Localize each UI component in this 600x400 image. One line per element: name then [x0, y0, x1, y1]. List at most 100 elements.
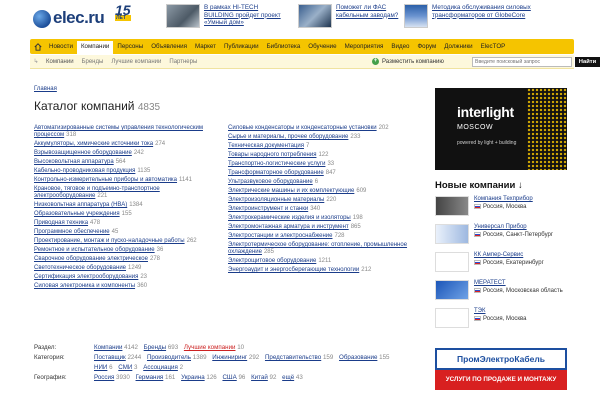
company-logo[interactable] — [435, 280, 469, 300]
filter-link[interactable]: Китай — [251, 374, 268, 381]
top-ad-2[interactable]: Поможет ли ФАС кабельным заводам? — [298, 4, 416, 30]
promelektrokabel-banner[interactable]: ПромЭлектроКабель УСЛУГИ ПО ПРОДАЖЕ И МО… — [435, 348, 567, 400]
category-item: Электростанции и электроснабжение 728 — [228, 233, 345, 239]
company-logo[interactable] — [435, 252, 469, 272]
company-item[interactable]: ТЭК Россия, Москва — [435, 308, 567, 333]
filter-link[interactable]: Образование — [339, 354, 377, 361]
nav-companies[interactable]: Компании — [76, 39, 114, 54]
filter-link[interactable]: ещё — [282, 374, 294, 381]
main-nav: Новости Компании Персоны Объявления Марк… — [30, 39, 574, 54]
filter-link[interactable]: СМИ — [118, 364, 132, 371]
nav-ads[interactable]: Объявления — [147, 39, 191, 54]
filter-link[interactable]: Компании — [94, 344, 122, 351]
categories-left: Автоматизированные системы управления те… — [34, 125, 224, 292]
category-item: Программное обеспечение 45 — [34, 228, 119, 235]
top-ad-3[interactable]: Методика обслуживания силовых трансформа… — [404, 4, 572, 30]
filters: Раздел: Компании 4142 Бренды 693 Лучшие … — [34, 343, 429, 383]
category-item: Крановое, тяговое и подъемно-транспортно… — [34, 185, 160, 199]
filter-link[interactable]: Ассоциация — [143, 364, 178, 371]
ad-link[interactable]: В рамках HI-TECH BUILDING пройдет проект… — [204, 4, 284, 27]
dots-pattern — [527, 88, 567, 170]
category-item: Автоматизированные системы управления те… — [34, 125, 203, 138]
sub-nav: ↳ Компании Бренды Лучшие компании Партне… — [30, 55, 600, 69]
nav-publications[interactable]: Публикации — [220, 39, 263, 54]
filter-link[interactable]: Лучшие компании — [184, 344, 236, 351]
company-item[interactable]: Компания Техприбор Россия, Москва — [435, 196, 567, 221]
ad-thumbnail[interactable] — [298, 4, 332, 28]
nav-education[interactable]: Обучение — [304, 39, 340, 54]
company-logo[interactable] — [435, 224, 469, 244]
category-item: Сертификация электрооборудования 23 — [34, 273, 148, 280]
company-item[interactable]: КК Ампер-Сервис Россия, Екатеринбург — [435, 252, 567, 277]
category-item: Трансформаторное оборудование 847 — [228, 170, 336, 176]
nav-library[interactable]: Библиотека — [263, 39, 305, 54]
nav-forum[interactable]: Форум — [413, 39, 440, 54]
category-item: Приводная техника 478 — [34, 219, 101, 226]
russia-flag-icon — [474, 203, 481, 209]
home-icon[interactable] — [30, 39, 45, 54]
filter-link[interactable]: Поставщик — [94, 354, 126, 361]
category-item: Светотехническое оборудование 1249 — [34, 264, 142, 271]
page-title: Каталог компаний 4835 — [34, 99, 161, 113]
company-item[interactable]: Универсал Прибор Россия, Санкт-Петербург — [435, 224, 567, 249]
new-companies-title: Новые компании ↓ — [435, 180, 523, 191]
company-item[interactable]: МЕРАТЕСТ Россия, Московская область — [435, 280, 567, 305]
category-item: Электрокерамические изделия и изоляторы 1… — [228, 215, 363, 221]
russia-flag-icon — [474, 287, 481, 293]
subnav-companies[interactable]: Компании — [42, 59, 78, 65]
nav-market[interactable]: Маркет — [191, 39, 220, 54]
category-item: Товары народного потребления 122 — [228, 152, 329, 158]
nav-events[interactable]: Мероприятия — [341, 39, 388, 54]
ad-thumbnail[interactable] — [166, 4, 200, 28]
globe-icon — [33, 10, 51, 28]
categories-right: Силовые конденсаторы и конденсаторные ус… — [228, 125, 428, 276]
ad-link[interactable]: Методика обслуживания силовых трансформа… — [432, 4, 572, 19]
logo-anniversary: 15 ЛЕТ — [115, 2, 131, 21]
filter-link[interactable]: Украина — [181, 374, 205, 381]
category-item: Образовательные учреждения 155 — [34, 210, 132, 217]
nav-debtors[interactable]: Должники — [440, 39, 476, 54]
logo-text: elec.ru — [53, 8, 105, 27]
ad-thumbnail[interactable] — [404, 4, 428, 28]
russia-flag-icon — [474, 231, 481, 237]
category-item: Проектирование, монтаж и пуско-наладочны… — [34, 237, 197, 244]
breadcrumb[interactable]: Главная — [34, 86, 57, 92]
filter-link[interactable]: НИИ — [94, 364, 107, 371]
filter-geography: География: Россия 3930 Германия 161 Укра… — [34, 374, 303, 381]
filter-link[interactable]: Инжиниринг — [212, 354, 247, 361]
corner-arrow-icon: ↳ — [33, 59, 39, 65]
place-company-link[interactable]: + Разместить компанию — [372, 58, 444, 65]
plus-icon: + — [372, 58, 379, 65]
filter-category: Категория: Поставщик 2244 Производитель … — [34, 354, 390, 371]
filter-link[interactable]: Германия — [136, 374, 164, 381]
filter-section: Раздел: Компании 4142 Бренды 693 Лучшие … — [34, 344, 245, 351]
category-item: Кабельно-проводниковая продукция 1135 — [34, 167, 151, 174]
top-ad-1[interactable]: В рамках HI-TECH BUILDING пройдет проект… — [166, 4, 284, 30]
company-logo[interactable] — [435, 196, 469, 216]
subnav-best-companies[interactable]: Лучшие компании — [107, 59, 165, 65]
nav-persons[interactable]: Персоны — [113, 39, 147, 54]
filter-link[interactable]: Производитель — [147, 354, 191, 361]
nav-news[interactable]: Новости — [45, 39, 77, 54]
filter-link[interactable]: США — [222, 374, 236, 381]
search-button[interactable]: Найти — [575, 57, 600, 67]
subnav-partners[interactable]: Партнеры — [165, 59, 201, 65]
nav-electop[interactable]: ElecTOP — [477, 39, 510, 54]
category-item: Техническая документация 7 — [228, 143, 310, 149]
category-item: Высоковольтная аппаратура 564 — [34, 158, 126, 165]
category-item: Низковольтная аппаратура (НВА) 1384 — [34, 201, 143, 208]
filter-link[interactable]: Бренды — [144, 344, 166, 351]
filter-link[interactable]: Представительство — [265, 354, 321, 361]
companies-count: 4835 — [137, 102, 161, 113]
search-input[interactable] — [472, 57, 572, 67]
nav-video[interactable]: Видео — [387, 39, 413, 54]
category-item: Электротермическое оборудование: отоплен… — [228, 242, 408, 255]
category-item: Сварочное оборудование электрическое 278 — [34, 255, 160, 262]
category-item: Ультразвуковое оборудование 6 — [228, 179, 319, 185]
site-logo[interactable]: elec.ru 15 ЛЕТ — [33, 2, 143, 30]
russia-flag-icon — [474, 315, 481, 321]
filter-link[interactable]: Россия — [94, 374, 114, 381]
interlight-banner[interactable]: interlight MOSCOW powered by light + bui… — [435, 88, 567, 170]
subnav-brands[interactable]: Бренды — [78, 59, 108, 65]
company-logo[interactable] — [435, 308, 469, 328]
